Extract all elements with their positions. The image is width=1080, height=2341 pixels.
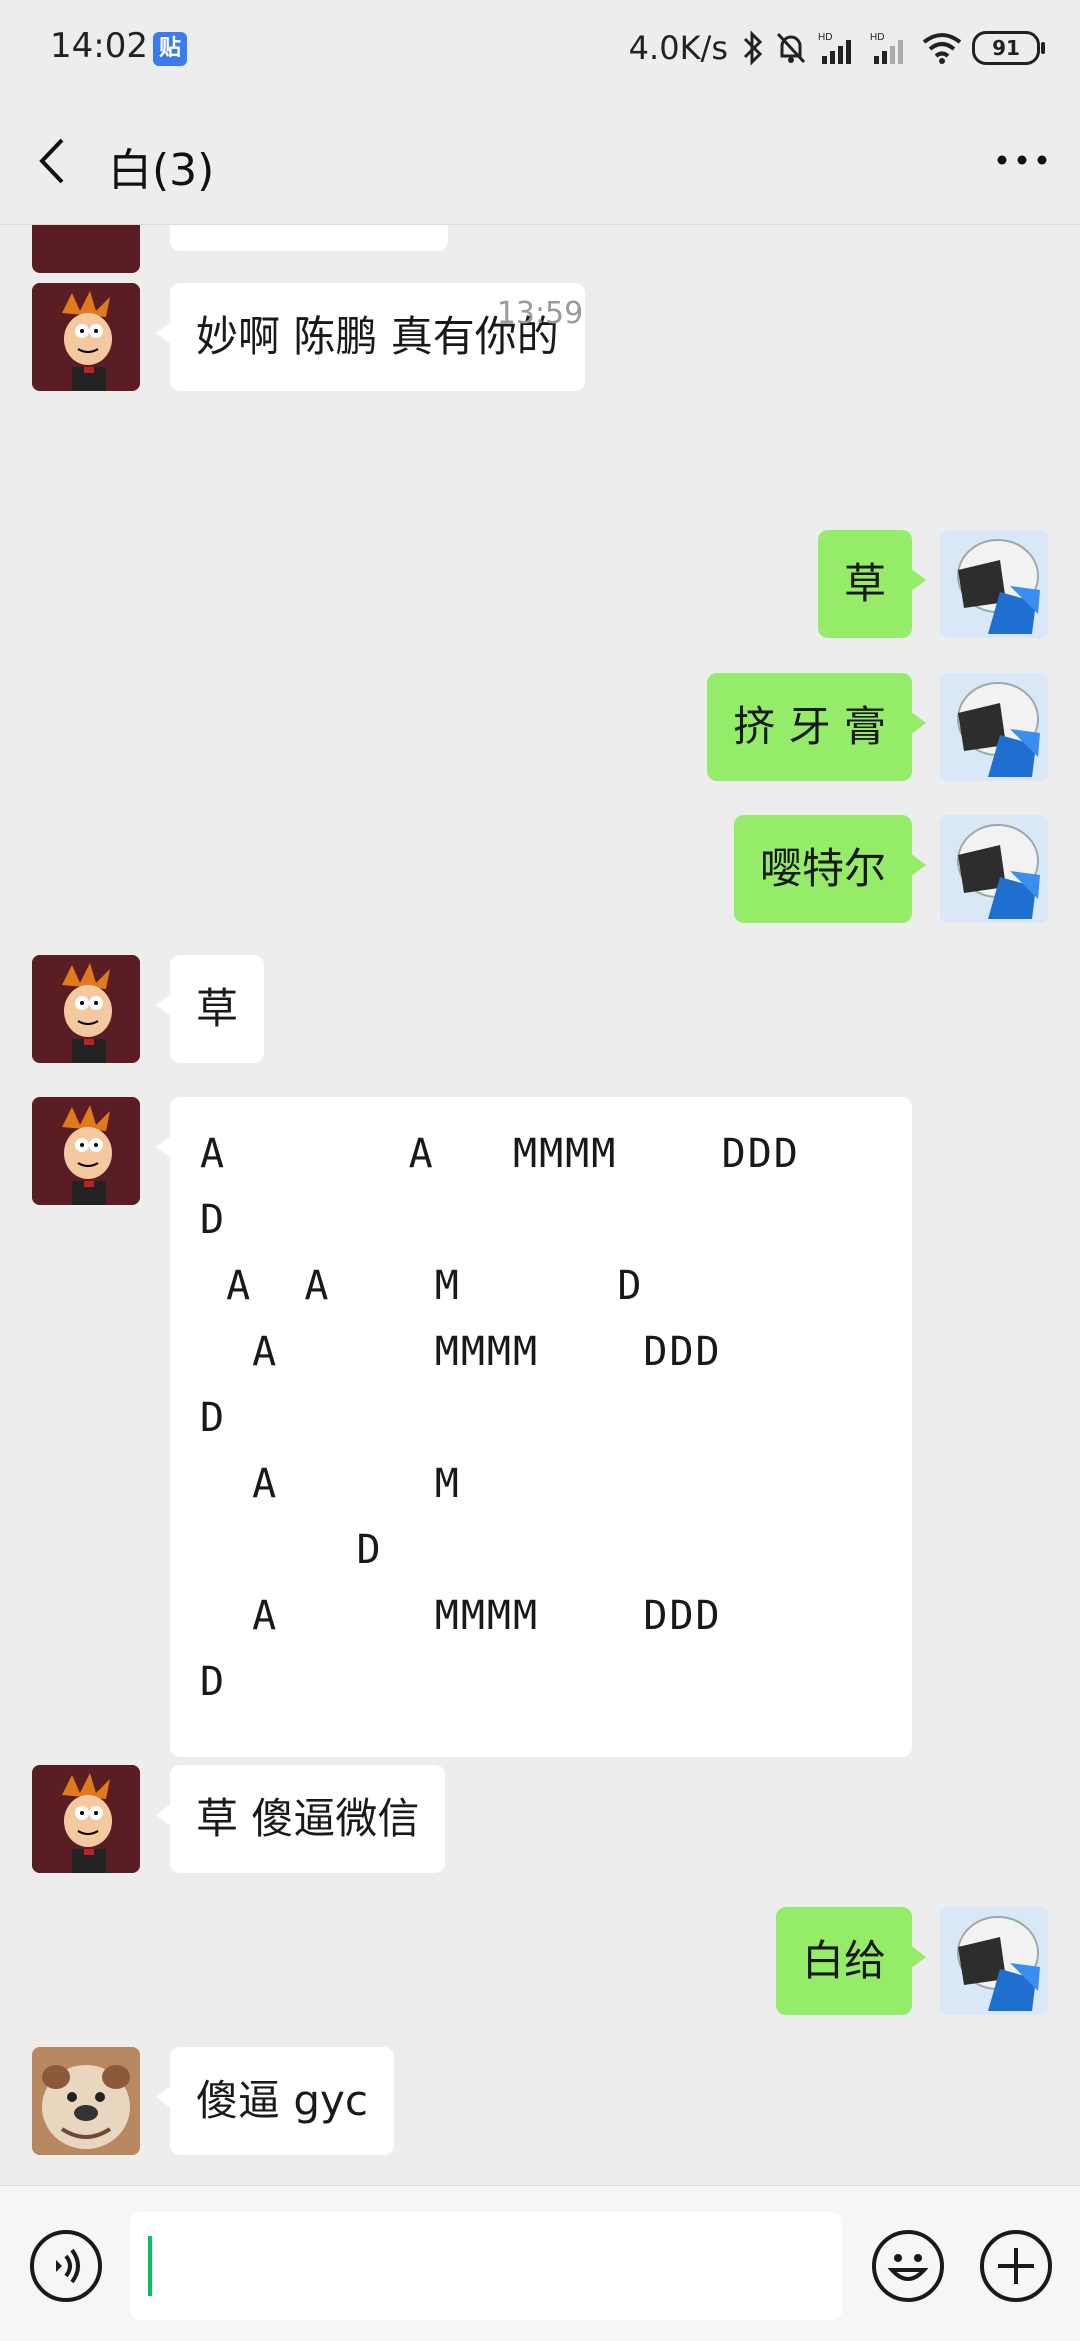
- more-functions-button[interactable]: [980, 2230, 1052, 2302]
- message-bubble[interactable]: 草: [155, 955, 265, 1063]
- battery-indicator: 91: [972, 31, 1045, 65]
- fry-avatar-art: [32, 955, 140, 1063]
- back-button[interactable]: [30, 134, 80, 188]
- notification-app-icon: 贴: [153, 32, 187, 66]
- robot-avatar[interactable]: [940, 815, 1048, 923]
- voice-input-button[interactable]: [30, 2230, 102, 2302]
- wifi-icon: [922, 30, 962, 66]
- robot-avatar-art: [940, 530, 1048, 638]
- more-options-button[interactable]: [992, 142, 1052, 178]
- plus-icon: [998, 2248, 1034, 2284]
- chevron-left-icon: [39, 138, 64, 184]
- robot-avatar-art: [940, 673, 1048, 781]
- robot-avatar[interactable]: [940, 673, 1048, 781]
- robot-avatar[interactable]: [940, 530, 1048, 638]
- text-caret: [148, 2236, 152, 2296]
- timestamp-text: 13:59: [496, 296, 584, 331]
- message-bubble-ascii-art[interactable]: A A MMMM DDD D A A M D A MMMM DDD D A M …: [156, 1097, 912, 1757]
- fry-avatar[interactable]: [32, 1765, 140, 1873]
- robot-avatar[interactable]: [940, 1907, 1048, 2015]
- message-bubble-partial[interactable]: [156, 225, 448, 251]
- emoji-button[interactable]: [872, 2230, 944, 2302]
- fry-avatar[interactable]: [32, 1097, 140, 1205]
- fry-avatar[interactable]: [32, 225, 140, 273]
- voice-icon: [56, 2248, 80, 2284]
- robot-avatar-art: [940, 815, 1048, 923]
- status-bar: 14:02 贴 4.0K/s HD HD 91: [0, 0, 1080, 96]
- status-time: 14:02: [50, 26, 148, 66]
- message-input[interactable]: [130, 2212, 842, 2320]
- smiley-icon: [887, 2254, 929, 2281]
- fry-avatar-art: [32, 1765, 140, 1873]
- signal-hd-icon-2: HD: [870, 30, 912, 66]
- fry-avatar-art: [32, 1097, 140, 1205]
- bluetooth-icon: [742, 30, 764, 66]
- chat-header: 白(3): [0, 96, 1080, 225]
- robot-avatar-art: [940, 1907, 1048, 2015]
- chat-title: 白(3): [108, 145, 215, 196]
- message-timestamp: 13:59: [0, 296, 1080, 331]
- message-bubble[interactable]: 白给: [775, 1907, 927, 2015]
- message-bubble[interactable]: 草 傻逼微信: [155, 1765, 446, 1873]
- signal-hd-icon-1: HD: [818, 30, 860, 66]
- fry-avatar[interactable]: [32, 955, 140, 1063]
- svg-text:HD: HD: [870, 32, 884, 43]
- more-dots-icon: [997, 155, 1047, 165]
- message-list[interactable]: 妙啊 陈鹏 真有你的 13:59 草 挤 牙 膏 嘤特尔 草 A A MMMM …: [0, 225, 1080, 2185]
- svg-text:HD: HD: [818, 32, 832, 43]
- bulldog-avatar-art: [32, 2047, 140, 2155]
- network-speed: 4.0K/s: [628, 29, 728, 67]
- message-bubble[interactable]: 草: [817, 530, 927, 638]
- status-icons: 4.0K/s HD HD 91: [628, 26, 1045, 70]
- message-bubble[interactable]: 嘤特尔: [733, 815, 927, 923]
- message-bubble[interactable]: 挤 牙 膏: [707, 673, 926, 781]
- mute-bell-icon: [774, 30, 808, 66]
- message-bubble[interactable]: 傻逼 gyc: [156, 2047, 394, 2155]
- dog-avatar[interactable]: [32, 2047, 140, 2155]
- input-bar: [0, 2185, 1080, 2341]
